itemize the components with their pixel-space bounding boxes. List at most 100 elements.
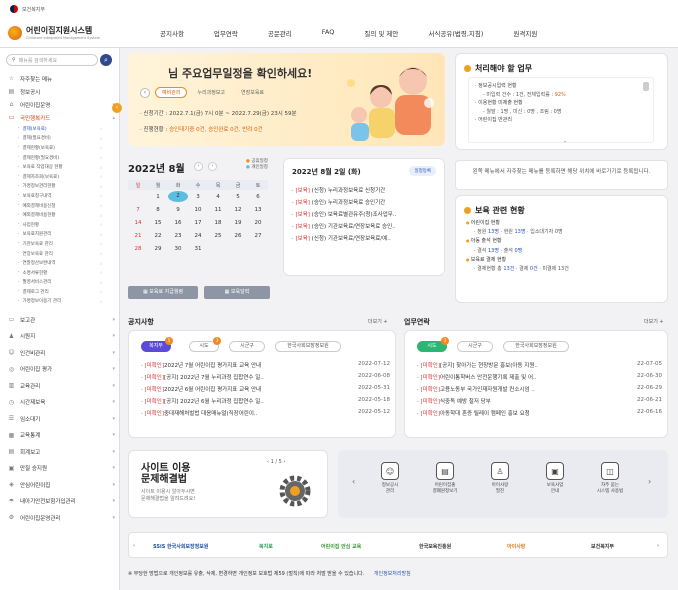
star-icon[interactable]: ☆ [99,165,103,170]
submenu-item[interactable]: 결제현황(필요경비)☆ [18,153,119,163]
calendar-day[interactable]: 28 [128,246,148,252]
calendar-day[interactable]: 22 [148,233,168,239]
banner-tab-nuri[interactable]: 누리과정보고 [191,88,231,97]
calendar-day[interactable]: 3 [188,194,208,200]
nav-docs[interactable]: 공문관리 [268,28,292,38]
calendar-day[interactable]: 21 [128,233,148,239]
table-row[interactable]: · [미확인][공지] 2022년 6월 누리과정 집합연수 일.. 2022-0… [141,397,390,409]
chevron-right-icon[interactable]: › [282,459,285,465]
star-icon[interactable]: ☆ [99,174,103,179]
help-card[interactable]: 사이트 이용 문제해결법 사이트 이용시 알아두시면 문제해결법을 알려드려요! ‹… [128,450,328,518]
todo-line[interactable]: · 정보공시입력 현황 [469,82,653,91]
sidebar-item-safe[interactable]: ◈ 안심어린이집 ▾ [0,476,119,493]
star-icon[interactable]: ☆ [99,280,103,285]
sidebar-item-accounting[interactable]: ▤ 회계보고 ▾ [0,443,119,460]
table-row[interactable]: · [미확인]어린이통학버스 안전운행기록 제출 및 어.. 22-06-30 [417,373,662,385]
submenu-item[interactable]: 결제(필요경비)☆ [18,134,119,144]
notice-tab-province[interactable]: 시도 3 [189,337,221,352]
sidebar-item-report[interactable]: ▭ 보고관 ▾ [0,311,119,328]
partner-logo-safe[interactable]: 어린이집 안심 교육 [321,540,361,552]
calendar-day[interactable]: 2 [168,191,188,202]
calendar-day[interactable]: 9 [168,207,188,213]
partner-logo-bokjiro[interactable]: 복지로 [259,540,273,552]
table-row[interactable]: · [미확인]2022년 6월 어린이집 평가지표 교육 안내 2022-05-3… [141,385,390,397]
quick-link-business[interactable]: ▣ 보육사업 안내 [533,462,577,495]
table-row[interactable]: · [미확인]식중독 예방 철저 당부 22-06-21 [417,397,662,409]
sidebar-item-happycard[interactable]: ▭ 국민행복카드 ▴ [0,111,119,124]
calendar-day[interactable]: 29 [148,246,168,252]
sidebar-item-favorites[interactable]: ☆ 자주찾는 메뉴 [0,72,119,85]
star-icon[interactable]: ☆ [99,155,103,160]
submenu-item[interactable]: 기관보육료 관리☆ [18,239,119,249]
calendar-day[interactable]: 6 [248,194,268,200]
calendar-day[interactable]: 4 [208,194,228,200]
star-icon[interactable]: ☆ [99,126,103,131]
nav-remote[interactable]: 원격지원 [513,28,537,38]
payment-age-button[interactable]: ▦ 보육료 지급월령 [128,286,198,299]
quick-link-disclosure[interactable]: ☺ 정보공시 관리 [368,462,412,495]
todo-line[interactable]: · 이용현황 미제출 현황 [469,99,653,108]
chevron-left-icon[interactable]: ‹ [352,477,355,486]
sidebar-item-operation[interactable]: ⌂어린이집운영▾ [0,98,119,111]
star-icon[interactable]: ☆ [99,299,103,304]
privacy-policy-link[interactable]: 개인정보처리방침 [374,571,411,577]
star-icon[interactable]: ☆ [99,145,103,150]
search-button[interactable]: ⌕ [100,54,112,66]
table-row[interactable]: · [미확인]아동학대 혼증 릴레이 캠페인 홍보 요청 22-06-16 [417,409,662,421]
submenu-item[interactable]: 사업현황☆ [18,220,119,230]
calendar-day[interactable]: 16 [168,220,188,226]
calendar-day[interactable]: 12 [228,207,248,213]
calendar-day[interactable]: 20 [248,220,268,226]
work-tab-city[interactable]: 시군구 [457,341,493,352]
calendar-day[interactable]: 25 [208,233,228,239]
nav-faq[interactable]: FAQ [322,28,335,38]
sidebar-collapse-button[interactable]: ‹ [112,103,122,113]
calendar-day[interactable]: 23 [168,233,188,239]
star-icon[interactable]: ☆ [99,241,103,246]
calendar-day[interactable]: 18 [208,220,228,226]
list-item[interactable]: · [보육] (승인) 기관보육료/연장보육료 승인.. [292,222,438,234]
calendar-day[interactable]: 7 [128,207,148,213]
submenu-item[interactable]: 연장보육료 관리☆ [18,249,119,259]
submenu-item[interactable]: 보육료지원관리☆ [18,230,119,240]
chevron-left-icon[interactable]: ‹ [133,540,135,552]
star-icon[interactable]: ☆ [99,213,103,218]
todo-line[interactable]: · 어린이집 반관리 [469,116,653,125]
submenu-item[interactable]: 결제자조회(보육료)☆ [18,172,119,182]
work-tab-province[interactable]: 시도 3 [417,337,449,352]
calendar-prev-button[interactable]: ‹ [194,162,203,171]
star-icon[interactable]: ☆ [99,251,103,256]
todo-scrollbar[interactable] [643,82,649,91]
notice-more-link[interactable]: 더보기 + [368,318,388,325]
submenu-item[interactable]: 보육료청구내역☆ [18,191,119,201]
sidebar-item-hourly[interactable]: ◷ 시간제보육 ▾ [0,394,119,411]
work-tab-ssis[interactable]: 한국사회보장정보원 [503,341,569,352]
star-icon[interactable]: ☆ [99,136,103,141]
sidebar-item-childbirth[interactable]: ▣ 만질 승지원 ▾ [0,460,119,477]
notice-tab-city[interactable]: 시군구 [229,341,265,352]
calendar-day[interactable]: 19 [228,220,248,226]
submenu-item[interactable]: 결제(보육료)☆ [18,124,119,134]
star-icon[interactable]: ☆ [99,261,103,266]
submenu-item[interactable]: 소명서류현황☆ [18,268,119,278]
calendar-day[interactable]: 26 [228,233,248,239]
list-item[interactable]: · [보육] (승인) 누리과정보육료 승인기간 [292,198,438,210]
chevron-right-icon[interactable]: › [657,540,659,552]
calendar-day[interactable]: 15 [148,220,168,226]
sidebar-item-management[interactable]: ⚙ 어린이집운영관리 ▾ [0,509,119,526]
submenu-item[interactable]: 가명정보관리현황☆ [18,182,119,192]
star-icon[interactable]: ☆ [99,222,103,227]
partner-logo-mohw[interactable]: 보건복지부 [591,540,614,552]
calendar-next-button[interactable]: › [208,162,217,171]
calendar-day[interactable]: 10 [188,207,208,213]
table-row[interactable]: · [미확인][공지] 2022년 7월 누리과정 집합연수 일.. 2022-0… [141,373,390,385]
star-icon[interactable]: ☆ [99,193,103,198]
chevron-left-icon[interactable]: ‹ [140,87,150,98]
submenu-item[interactable]: 예외결제비용신청☆ [18,201,119,211]
list-item[interactable]: · [보육] (신청) 기관보육료/연장보육료/예.. [292,234,438,246]
partner-logo-isarang[interactable]: 아이사랑 [507,540,525,552]
notice-tab-ssis[interactable]: 한국사회보장정보원 [275,341,341,352]
submenu-item[interactable]: 가명정보이용기 관리☆ [18,297,119,307]
list-item[interactable]: · [보육] (승인) 보육료별관유주(청)조사업무.. [292,210,438,222]
calendar-day[interactable]: 24 [188,233,208,239]
